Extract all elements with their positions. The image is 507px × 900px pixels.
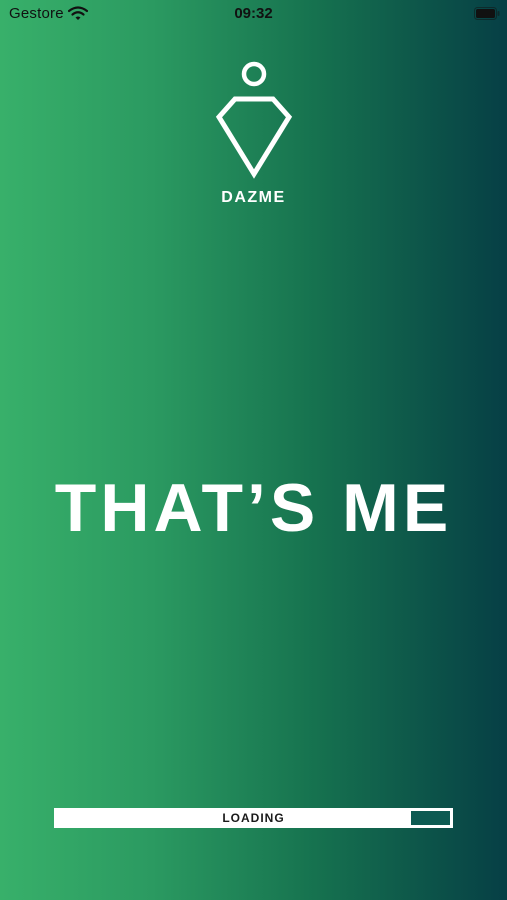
status-bar: Gestore 09:32 (0, 0, 507, 28)
brand-name: DAZME (221, 189, 286, 206)
battery-icon (474, 7, 500, 20)
splash-screen: Gestore 09:32 DAZME THAT’S ME LOADING (0, 0, 507, 900)
clock: 09:32 (234, 5, 273, 22)
headline: THAT’S ME (54, 470, 453, 546)
loading-progress-bar: LOADING (54, 808, 453, 828)
dazme-logo-icon (215, 61, 293, 179)
loading-label: LOADING (222, 811, 285, 825)
